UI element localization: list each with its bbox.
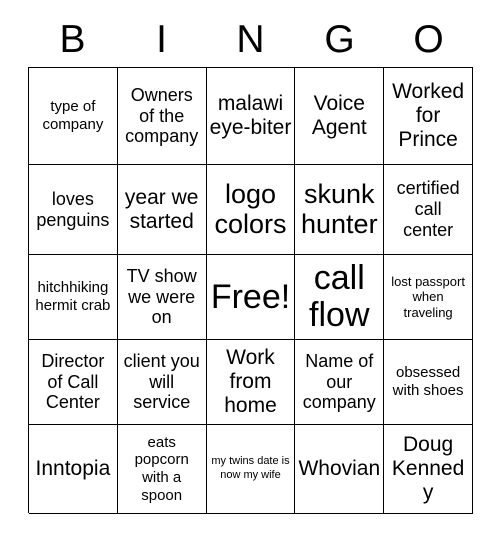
bingo-cell[interactable]: malawi eye-biter xyxy=(206,68,296,165)
bingo-cell[interactable]: year we started xyxy=(117,165,207,255)
bingo-cell-label: obsessed with shoes xyxy=(392,364,464,399)
bingo-card: B I N G O type of company Owners of the c… xyxy=(0,0,500,544)
bingo-cell[interactable]: hitchhiking hermit crab xyxy=(29,255,118,340)
bingo-cell[interactable]: eats popcorn with a spoon xyxy=(117,425,207,514)
bingo-cell[interactable]: Worked for Prince xyxy=(384,68,473,165)
bingo-cell-label: Worked for Prince xyxy=(392,80,465,151)
bingo-cell-label: Inntopia xyxy=(35,457,111,481)
bingo-cell[interactable]: Name of our company xyxy=(295,340,385,425)
bingo-header-letter-b: B xyxy=(59,17,86,61)
bingo-cell[interactable]: call flow xyxy=(295,255,385,340)
bingo-header-letter-g: G xyxy=(324,17,355,61)
bingo-cell[interactable]: Work from home xyxy=(206,340,296,425)
bingo-cell-label: logo colors xyxy=(214,178,287,239)
bingo-free-space-cell[interactable]: Free! xyxy=(206,255,296,340)
bingo-cell[interactable]: Whovian xyxy=(295,425,385,514)
bingo-cell-label: TV show we were on xyxy=(126,265,197,328)
bingo-cell[interactable]: my twins date is now my wife xyxy=(206,425,296,514)
bingo-cell[interactable]: type of company xyxy=(29,68,118,165)
bingo-cell-label: lost passport when traveling xyxy=(391,273,465,320)
bingo-cell[interactable]: Doug Kennedy xyxy=(384,425,473,514)
bingo-cell-label: Whovian xyxy=(298,457,381,481)
bingo-cell[interactable]: loves penguins xyxy=(29,165,118,255)
bingo-cell-label: Voice Agent xyxy=(311,92,367,139)
bingo-cell[interactable]: Owners of the company xyxy=(117,68,207,165)
bingo-cell-label: malawi eye-biter xyxy=(209,92,292,139)
bingo-cell[interactable]: obsessed with shoes xyxy=(384,340,473,425)
bingo-cell-label: certified call center xyxy=(396,178,460,240)
bingo-cell[interactable]: TV show we were on xyxy=(117,255,207,340)
bingo-cell-label: Name of our company xyxy=(302,350,376,413)
bingo-cell[interactable]: client you will service xyxy=(117,340,207,425)
bingo-cell[interactable]: logo colors xyxy=(206,165,296,255)
bingo-cell[interactable]: lost passport when traveling xyxy=(384,255,473,340)
bingo-header-letter-i: I xyxy=(156,17,167,61)
bingo-cell-label: loves penguins xyxy=(36,188,110,230)
bingo-cell-label: Doug Kennedy xyxy=(391,433,465,504)
bingo-cell-label: Free! xyxy=(210,277,291,316)
bingo-header-row: B I N G O xyxy=(28,14,473,64)
bingo-cell-label: year we started xyxy=(124,185,199,233)
bingo-cell[interactable]: Director of Call Center xyxy=(29,340,118,425)
bingo-cell-label: skunk hunter xyxy=(301,178,378,239)
bingo-cell-label: hitchhiking hermit crab xyxy=(35,279,111,314)
bingo-cell-label: Director of Call Center xyxy=(41,350,105,413)
bingo-cell[interactable]: skunk hunter xyxy=(295,165,385,255)
bingo-cell-label: eats popcorn with a spoon xyxy=(134,433,189,504)
bingo-cell-label: call flow xyxy=(309,259,370,334)
bingo-cell-label: type of company xyxy=(42,98,104,133)
bingo-header-letter-o: O xyxy=(413,17,444,61)
bingo-cell[interactable]: Inntopia xyxy=(29,425,118,514)
bingo-cell-label: Work from home xyxy=(224,346,277,417)
bingo-cell[interactable]: Voice Agent xyxy=(295,68,385,165)
bingo-cell-label: my twins date is now my wife xyxy=(211,455,290,481)
bingo-cell-label: client you will service xyxy=(123,350,200,413)
bingo-cell[interactable]: certified call center xyxy=(384,165,473,255)
bingo-grid: type of company Owners of the company mala… xyxy=(28,67,473,514)
bingo-header-letter-n: N xyxy=(236,17,265,61)
bingo-cell-label: Owners of the company xyxy=(125,84,199,147)
